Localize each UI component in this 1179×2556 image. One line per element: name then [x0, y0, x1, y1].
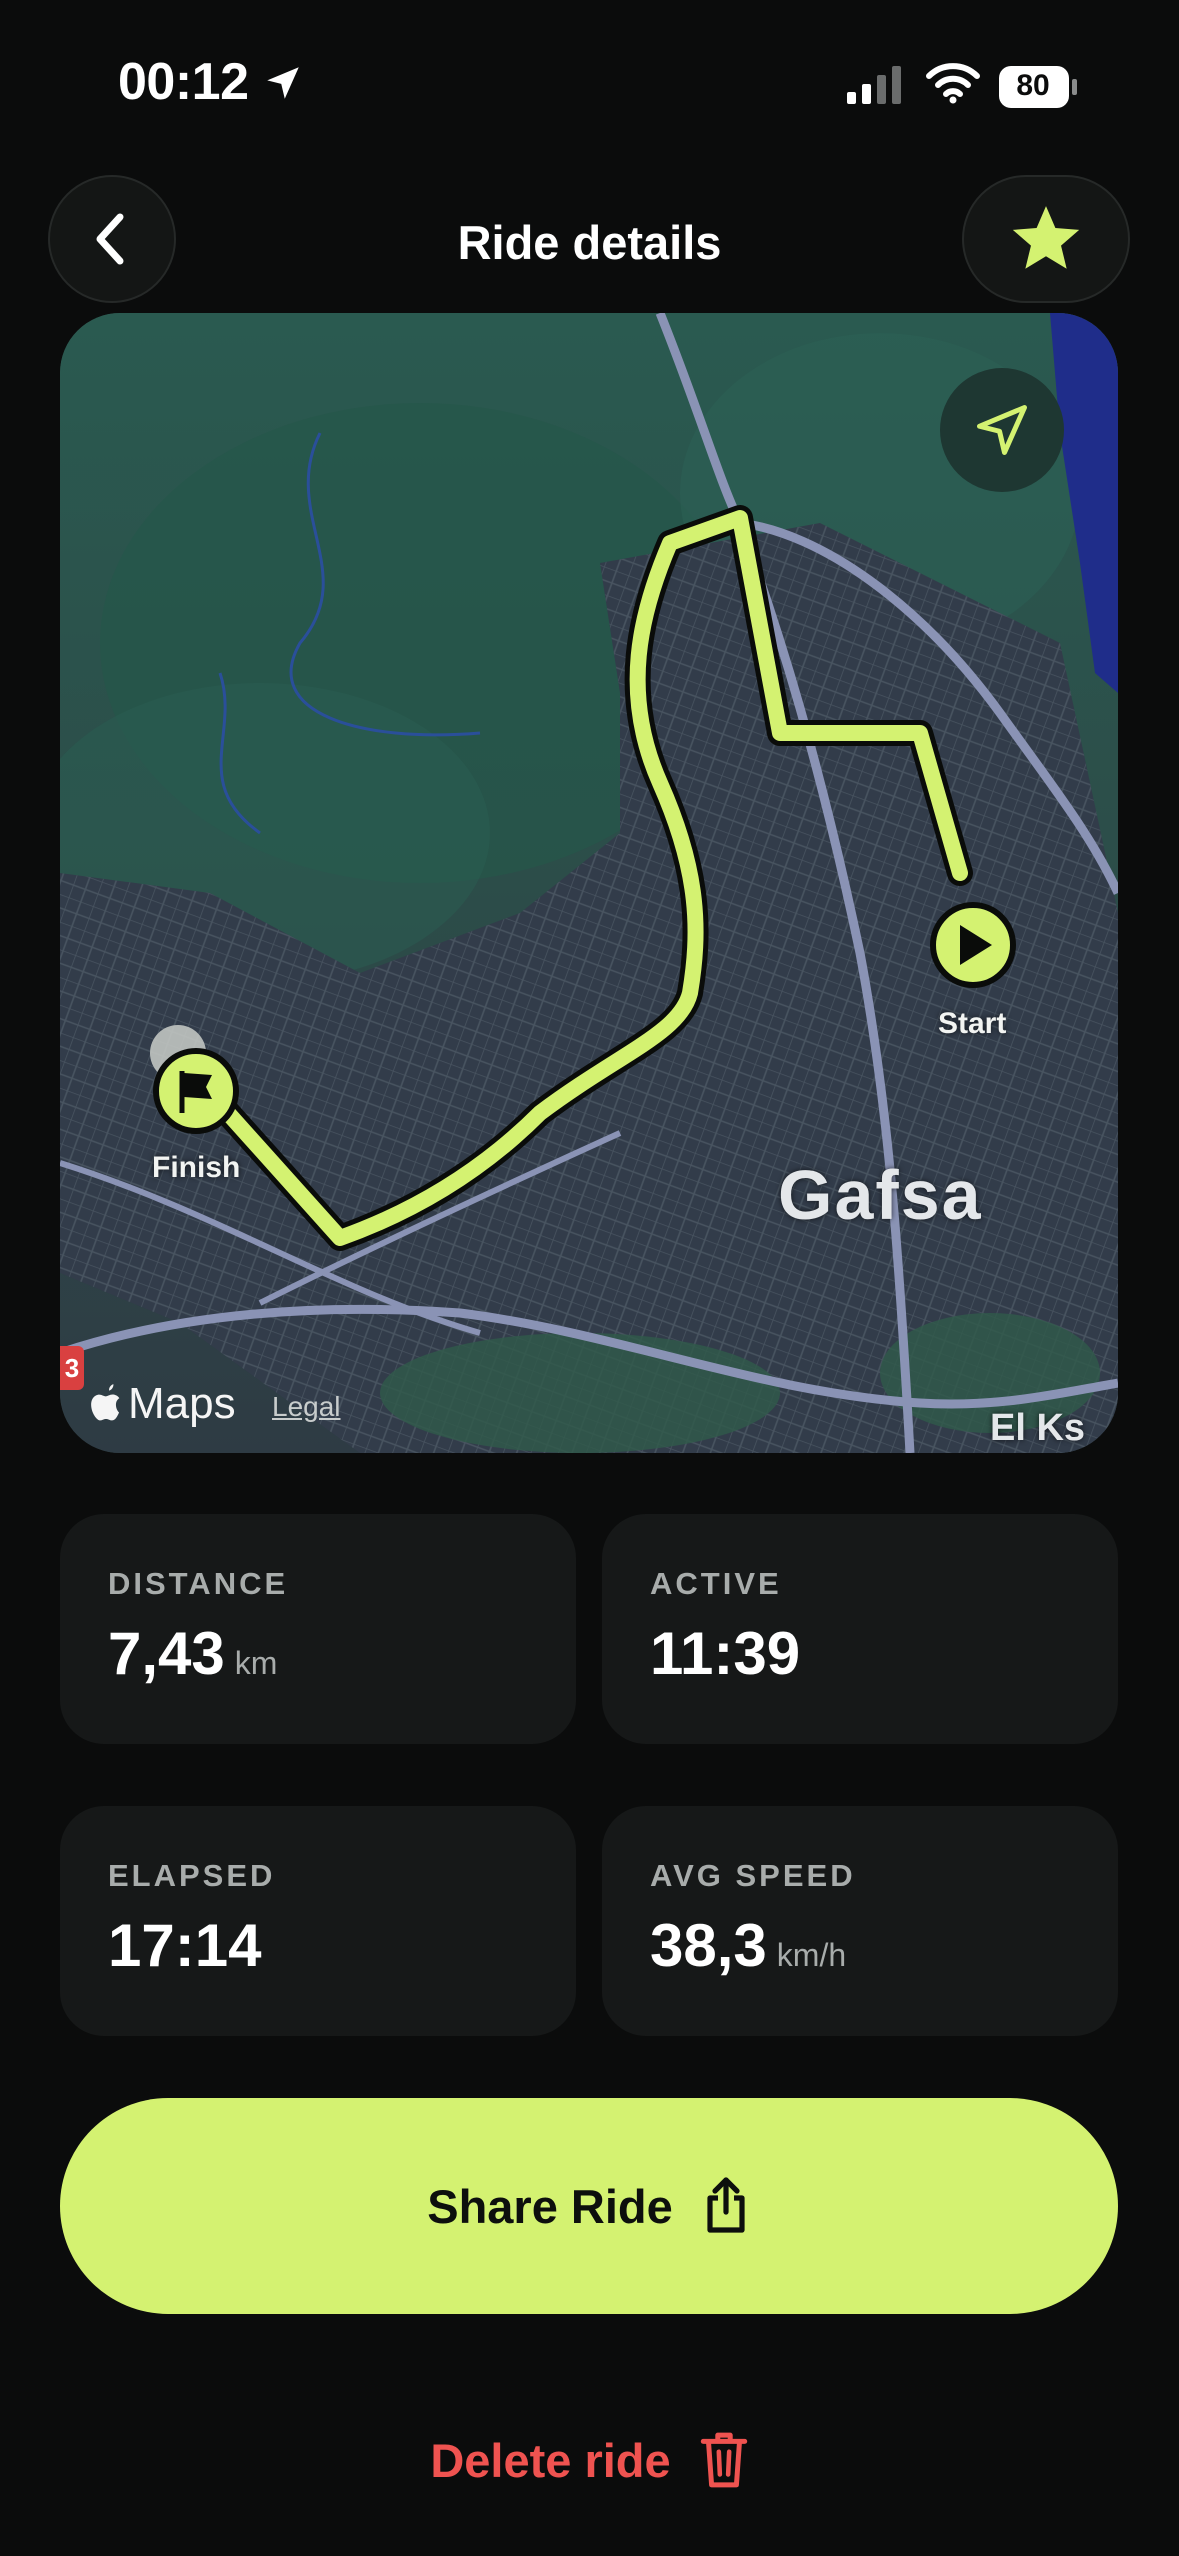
- star-icon: [1012, 206, 1080, 269]
- location-arrow-icon: [267, 67, 299, 99]
- status-time: 00:12: [118, 53, 249, 111]
- header: Ride details: [0, 175, 1179, 310]
- avg-speed-card: AVG SPEED 38,3 km/h: [602, 1806, 1118, 2036]
- battery-level: 80: [1016, 69, 1050, 102]
- elapsed-number: 17:14: [108, 1912, 262, 1979]
- city-label: Gafsa: [778, 1156, 983, 1234]
- elapsed-label: ELAPSED: [108, 1858, 276, 1893]
- share-icon: [707, 2177, 745, 2233]
- status-bar: 00:12 80: [0, 0, 1179, 175]
- avg-speed-value: 38,3 km/h: [650, 1911, 846, 1980]
- wifi-icon: [926, 63, 980, 104]
- distance-number: 7,43: [108, 1620, 225, 1687]
- recenter-button[interactable]: [940, 368, 1064, 492]
- elapsed-card: ELAPSED 17:14: [60, 1806, 576, 2036]
- active-label: ACTIVE: [650, 1566, 782, 1601]
- route-map[interactable]: Start Finish Gafsa El Ks 3 Maps Legal: [60, 313, 1118, 1453]
- share-ride-label: Share Ride: [427, 2179, 673, 2233]
- active-card: ACTIVE 11:39: [602, 1514, 1118, 1744]
- road-badge: 3: [60, 1346, 84, 1390]
- active-value: 11:39: [650, 1619, 800, 1688]
- distance-value: 7,43 km: [108, 1619, 277, 1688]
- share-ride-button[interactable]: Share Ride: [60, 2098, 1118, 2314]
- delete-ride-button[interactable]: Delete ride: [0, 2420, 1179, 2500]
- finish-label: Finish: [152, 1151, 241, 1184]
- delete-ride-label: Delete ride: [430, 2433, 671, 2487]
- start-label: Start: [938, 1007, 1007, 1040]
- edge-town-label: El Ks: [990, 1407, 1086, 1449]
- legal-link[interactable]: Legal: [272, 1391, 341, 1423]
- distance-unit: km: [234, 1645, 278, 1681]
- avg-speed-number: 38,3: [650, 1912, 767, 1979]
- navigation-arrow-icon: [977, 405, 1027, 455]
- avg-speed-unit: km/h: [776, 1937, 847, 1973]
- apple-logo-icon: [91, 1384, 120, 1421]
- active-number: 11:39: [650, 1620, 801, 1687]
- map-terrain: [60, 313, 1118, 1453]
- trash-icon: [700, 2432, 747, 2488]
- maps-attribution: Maps: [90, 1379, 236, 1429]
- distance-label: DISTANCE: [108, 1566, 289, 1601]
- avg-speed-label: AVG SPEED: [650, 1858, 856, 1893]
- favorite-button[interactable]: [962, 175, 1130, 303]
- elapsed-value: 17:14: [108, 1911, 261, 1980]
- cellular-signal-icon: [847, 66, 901, 104]
- maps-brand: Maps: [128, 1379, 236, 1428]
- distance-card: DISTANCE 7,43 km: [60, 1514, 576, 1744]
